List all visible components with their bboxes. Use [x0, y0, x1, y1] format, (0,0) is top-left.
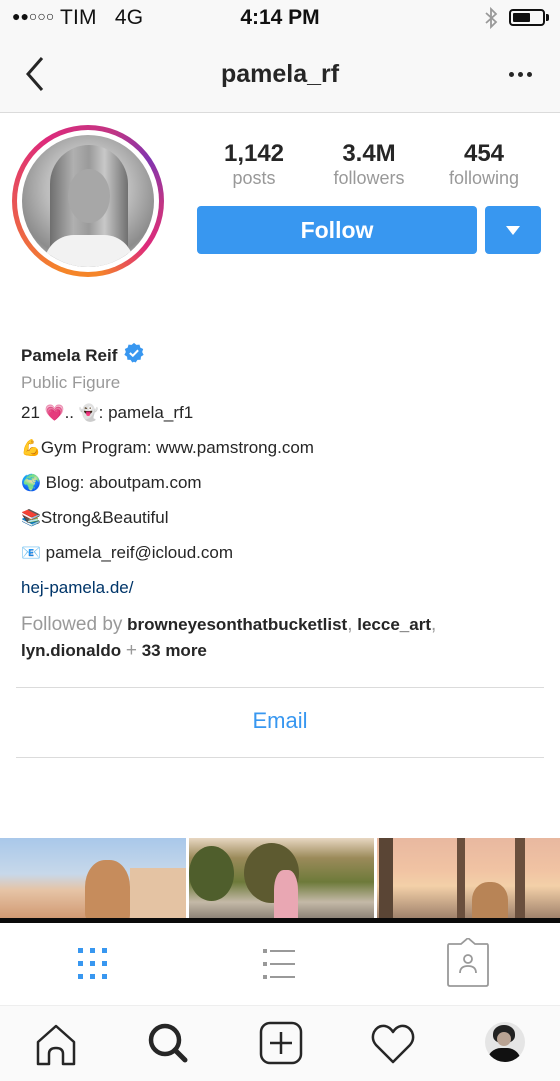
avatar-face	[68, 169, 110, 223]
caret-down-icon	[506, 226, 520, 235]
tab-tagged[interactable]	[438, 938, 498, 988]
profile-name-row: Pamela Reif	[21, 342, 541, 367]
status-bar: ●●○○○ TIM 4G 4:14 PM	[0, 0, 560, 38]
photo-building	[130, 868, 186, 918]
stat-following[interactable]: 454 following	[429, 140, 539, 188]
grid-dot	[102, 974, 107, 979]
post-thumbnail[interactable]	[0, 838, 186, 918]
home-icon[interactable]	[31, 1018, 81, 1068]
photo-subject	[472, 882, 508, 918]
bio-line: 📧 pamela_reif@icloud.com	[21, 542, 541, 565]
bio-line: 💪Gym Program: www.pamstrong.com	[21, 437, 541, 460]
plus-sign: +	[125, 640, 137, 661]
photo-subject	[274, 870, 298, 918]
follower-username[interactable]: lyn.dionaldo	[21, 641, 121, 660]
pink-heart-emoji: 💗	[44, 405, 65, 422]
globe-emoji: 🌍	[21, 475, 41, 492]
grid-dot	[90, 961, 95, 966]
website-link[interactable]: hej-pamela.de/	[21, 577, 541, 599]
post-thumbnail[interactable]	[189, 838, 374, 918]
suggested-dropdown-button[interactable]	[485, 206, 541, 254]
profile-name: Pamela Reif	[21, 346, 118, 365]
ghost-emoji: 👻	[78, 405, 99, 422]
tagged-person-icon	[447, 938, 489, 987]
more-followers[interactable]: 33 more	[142, 641, 207, 660]
avatar-face	[497, 1032, 511, 1046]
battery-level	[513, 13, 530, 22]
books-emoji: 📚	[21, 510, 41, 527]
tab-grid[interactable]	[63, 938, 123, 988]
post-thumbnail[interactable]	[377, 838, 560, 918]
grid-dot	[78, 974, 83, 979]
page-title: pamela_rf	[220, 60, 340, 88]
more-options-icon[interactable]	[500, 60, 540, 88]
grid-dot	[90, 948, 95, 953]
flexed-biceps-emoji: 💪	[21, 440, 41, 457]
battery-nub	[546, 14, 549, 21]
follower-username[interactable]: lecce_art	[357, 615, 431, 634]
grid-dot	[78, 948, 83, 953]
post-grid	[0, 838, 560, 918]
bio-text: pamela_reif@icloud.com	[40, 543, 233, 562]
bio-text: Blog: aboutpam.com	[40, 473, 202, 492]
stat-label: posts	[232, 168, 276, 188]
bio-text: Gym Program: www.pamstrong.com	[40, 438, 314, 457]
clock: 4:14 PM	[240, 6, 320, 29]
stat-label: following	[448, 168, 520, 188]
battery-icon	[509, 9, 545, 26]
stat-value: 3.4M	[342, 140, 396, 167]
verified-badge-icon	[124, 342, 145, 363]
photo-palm	[457, 838, 465, 918]
bio-text: ..	[64, 403, 79, 422]
grid-dot	[102, 948, 107, 953]
followed-by-prefix: Followed by	[21, 614, 123, 635]
stat-label: followers	[333, 168, 405, 188]
photo-palm	[379, 838, 393, 918]
bluetooth-icon	[485, 6, 498, 30]
plus-square-icon[interactable]	[256, 1018, 306, 1068]
email-emoji: 📧	[21, 545, 41, 562]
grid-dot	[102, 961, 107, 966]
stat-followers[interactable]: 3.4M followers	[314, 140, 424, 188]
stat-value: 1,142	[223, 140, 285, 167]
bio-text: Strong&Beautiful	[40, 508, 169, 527]
navigation-bar: pamela_rf	[0, 38, 560, 113]
profile-avatar[interactable]	[22, 135, 154, 267]
divider	[16, 757, 544, 758]
bio-line: 🌍 Blog: aboutpam.com	[21, 472, 541, 495]
follower-username[interactable]: browneyesonthatbucketlist	[127, 615, 347, 634]
heart-icon[interactable]	[368, 1018, 418, 1068]
divider	[16, 687, 544, 688]
grid-dot	[78, 961, 83, 966]
search-icon[interactable]	[143, 1018, 193, 1068]
bio-line: 📚Strong&Beautiful	[21, 507, 541, 530]
followed-by[interactable]: Followed by browneyesonthatbucketlist, l…	[21, 612, 541, 664]
follow-button[interactable]: Follow	[197, 206, 477, 254]
avatar-shirt	[44, 235, 134, 267]
photo-palm	[515, 838, 525, 918]
bio-text: 21	[21, 403, 45, 422]
grid-dot	[90, 974, 95, 979]
profile-category: Public Figure	[21, 373, 121, 392]
stat-posts[interactable]: 1,142 posts	[199, 140, 309, 188]
separator-bar	[0, 918, 560, 923]
bio-text: : pamela_rf1	[98, 403, 194, 422]
photo-subject	[85, 860, 130, 918]
avatar[interactable]	[485, 1022, 525, 1062]
bio-line: 21 💗.. 👻: pamela_rf1	[21, 402, 541, 425]
photo-bush	[189, 846, 234, 901]
stat-value: 454	[463, 140, 505, 167]
tab-list[interactable]	[250, 938, 310, 988]
email-button[interactable]: Email	[0, 708, 560, 734]
avatar-body	[487, 1048, 521, 1062]
